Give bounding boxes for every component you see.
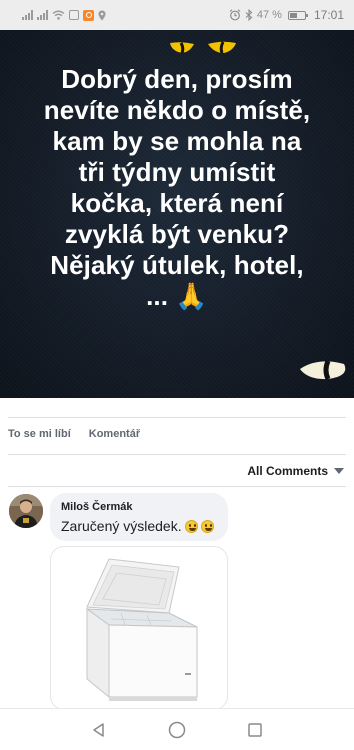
bluetooth-icon (245, 9, 253, 21)
cat-eye-icon (300, 359, 346, 381)
comment-author[interactable]: Miloš Čermák (61, 501, 217, 513)
comment-bubble[interactable]: Miloš Čermák Zaručený výsledek. (50, 493, 228, 541)
post-actions: To se mi líbí Komentář (8, 428, 140, 440)
post-text-line: kam by se mohla na (52, 126, 302, 156)
recents-icon (248, 722, 262, 737)
clock: 17:01 (313, 8, 344, 22)
comments-filter-dropdown[interactable]: All Comments (247, 464, 344, 478)
nfc-icon (69, 10, 79, 20)
comment-text: Zaručený výsledek. (61, 518, 217, 534)
comment-button[interactable]: Komentář (89, 428, 140, 440)
grinning-emoji-icon (184, 519, 198, 533)
post-text: Dobrý den, prosím nevíte někdo o místě, … (20, 64, 334, 312)
divider (8, 486, 346, 487)
battery-level: 47 % (256, 8, 282, 21)
comment-attachment-image[interactable] (50, 546, 228, 710)
recents-button[interactable] (245, 720, 265, 740)
home-icon (168, 721, 186, 738)
wifi-icon (52, 10, 65, 20)
avatar-image (9, 494, 43, 528)
cat-eyes-icon (170, 41, 236, 54)
signal-icon (37, 10, 48, 20)
status-bar-left (22, 9, 106, 21)
chevron-down-icon (334, 468, 344, 474)
like-button[interactable]: To se mi líbí (8, 428, 71, 440)
post-text-line: ... 🙏 (146, 281, 208, 311)
status-bar: 47 % 17:01 (0, 0, 354, 30)
home-button[interactable] (167, 720, 187, 740)
signal-icon (22, 10, 33, 20)
post-text-line: Nějaký útulek, hotel, (50, 250, 304, 280)
post-image[interactable]: Dobrý den, prosím nevíte někdo o místě, … (0, 30, 354, 398)
location-icon (98, 10, 106, 20)
back-button[interactable] (89, 720, 109, 740)
post-text-line: tři týdny umístit (78, 157, 276, 187)
post-text-line: Dobrý den, prosím (61, 64, 293, 94)
post-text-line: nevíte někdo o místě, (43, 95, 311, 125)
back-icon (93, 722, 104, 737)
freezer-image (85, 558, 198, 701)
post-text-line: kočka, která není (70, 188, 284, 218)
divider (8, 417, 346, 418)
post-text-line: zvyklá být venku? (64, 219, 290, 249)
avatar[interactable] (9, 494, 43, 528)
alarm-icon (229, 9, 241, 21)
grinning-emoji-icon (200, 519, 214, 533)
notification-icon (83, 9, 94, 21)
status-bar-right: 47 % 17:01 (229, 9, 344, 21)
navigation-bar (0, 708, 354, 750)
comments-filter-label: All Comments (247, 464, 328, 478)
battery-icon (287, 10, 308, 20)
comment-text-content: Zaručený výsledek. (61, 518, 182, 534)
divider (8, 454, 346, 455)
